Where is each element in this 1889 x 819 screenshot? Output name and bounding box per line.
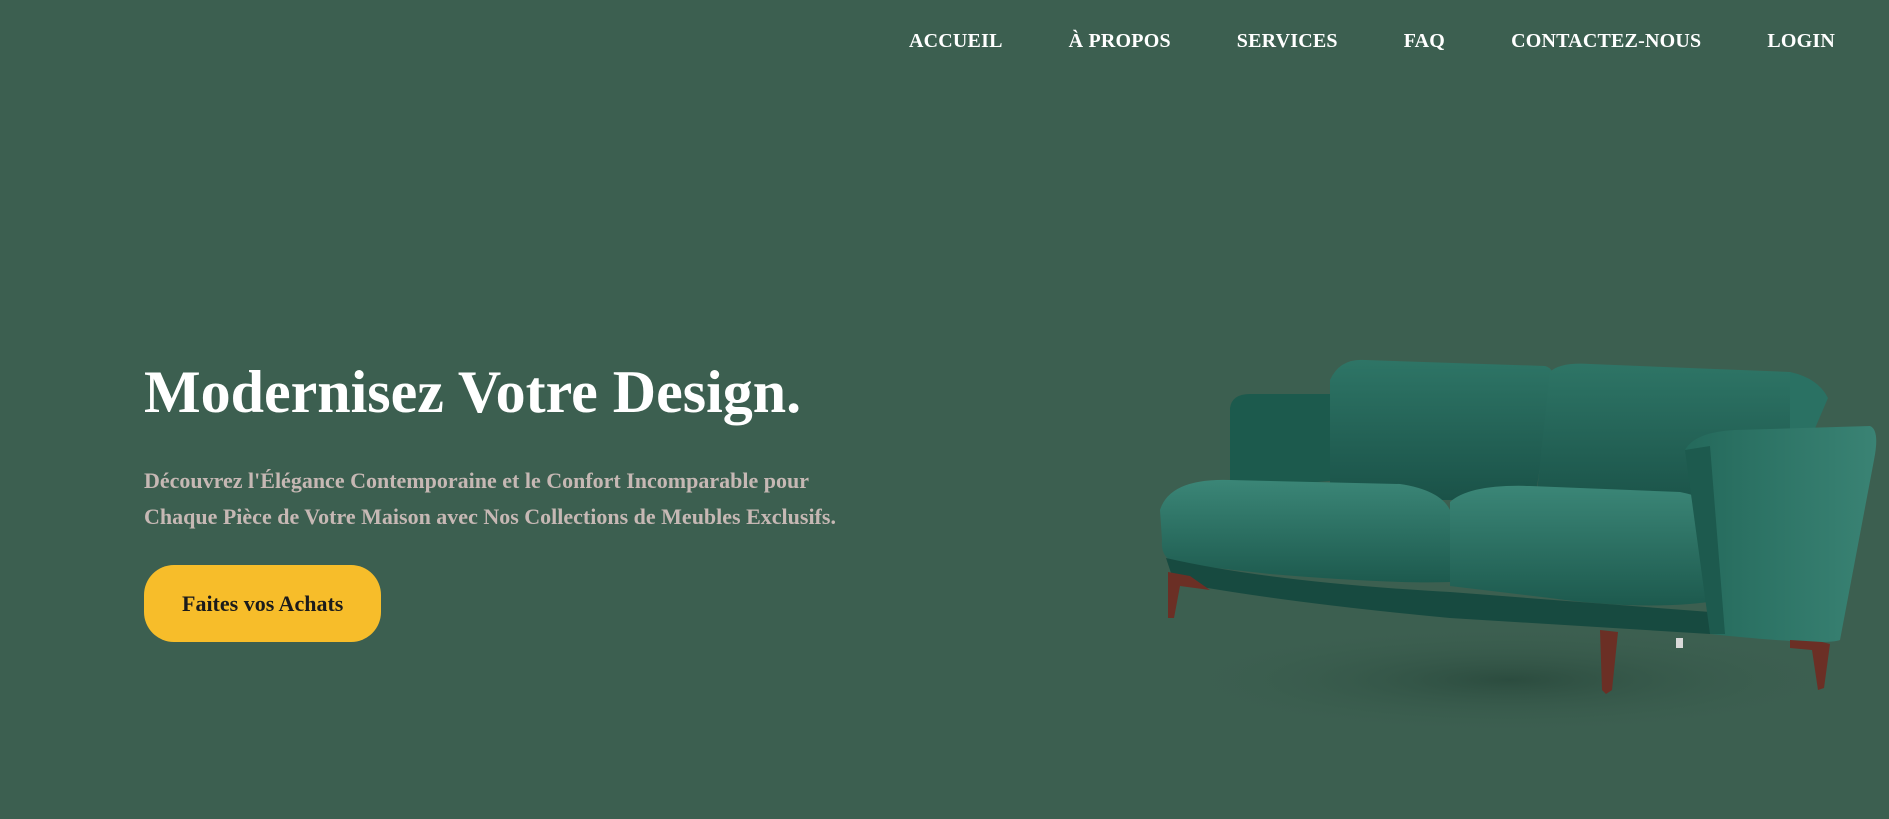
nav-link-contact[interactable]: CONTACTEZ-NOUS — [1511, 30, 1701, 53]
hero-subtitle-line-2: Chaque Pièce de Votre Maison avec Nos Co… — [144, 504, 836, 529]
nav-link-faq[interactable]: FAQ — [1404, 30, 1445, 53]
nav-link-services[interactable]: SERVICES — [1237, 30, 1338, 53]
hero-subtitle-line-1: Découvrez l'Élégance Contemporaine et le… — [144, 468, 809, 493]
main-nav: ACCUEIL À PROPOS SERVICES FAQ CONTACTEZ-… — [843, 30, 1835, 53]
hero-subtitle: Découvrez l'Élégance Contemporaine et le… — [144, 463, 964, 535]
hero-title: Modernisez Votre Design. — [144, 359, 802, 425]
shop-button[interactable]: Faites vos Achats — [144, 565, 382, 642]
sofa-image — [1160, 359, 1877, 735]
hero-section: Modernisez Votre Design. Découvrez l'Élé… — [144, 355, 964, 642]
nav-link-a-propos[interactable]: À PROPOS — [1069, 30, 1171, 53]
landing-page: ACCUEIL À PROPOS SERVICES FAQ CONTACTEZ-… — [0, 0, 1889, 819]
nav-link-accueil[interactable]: ACCUEIL — [909, 30, 1003, 53]
nav-link-login[interactable]: LOGIN — [1767, 30, 1835, 53]
